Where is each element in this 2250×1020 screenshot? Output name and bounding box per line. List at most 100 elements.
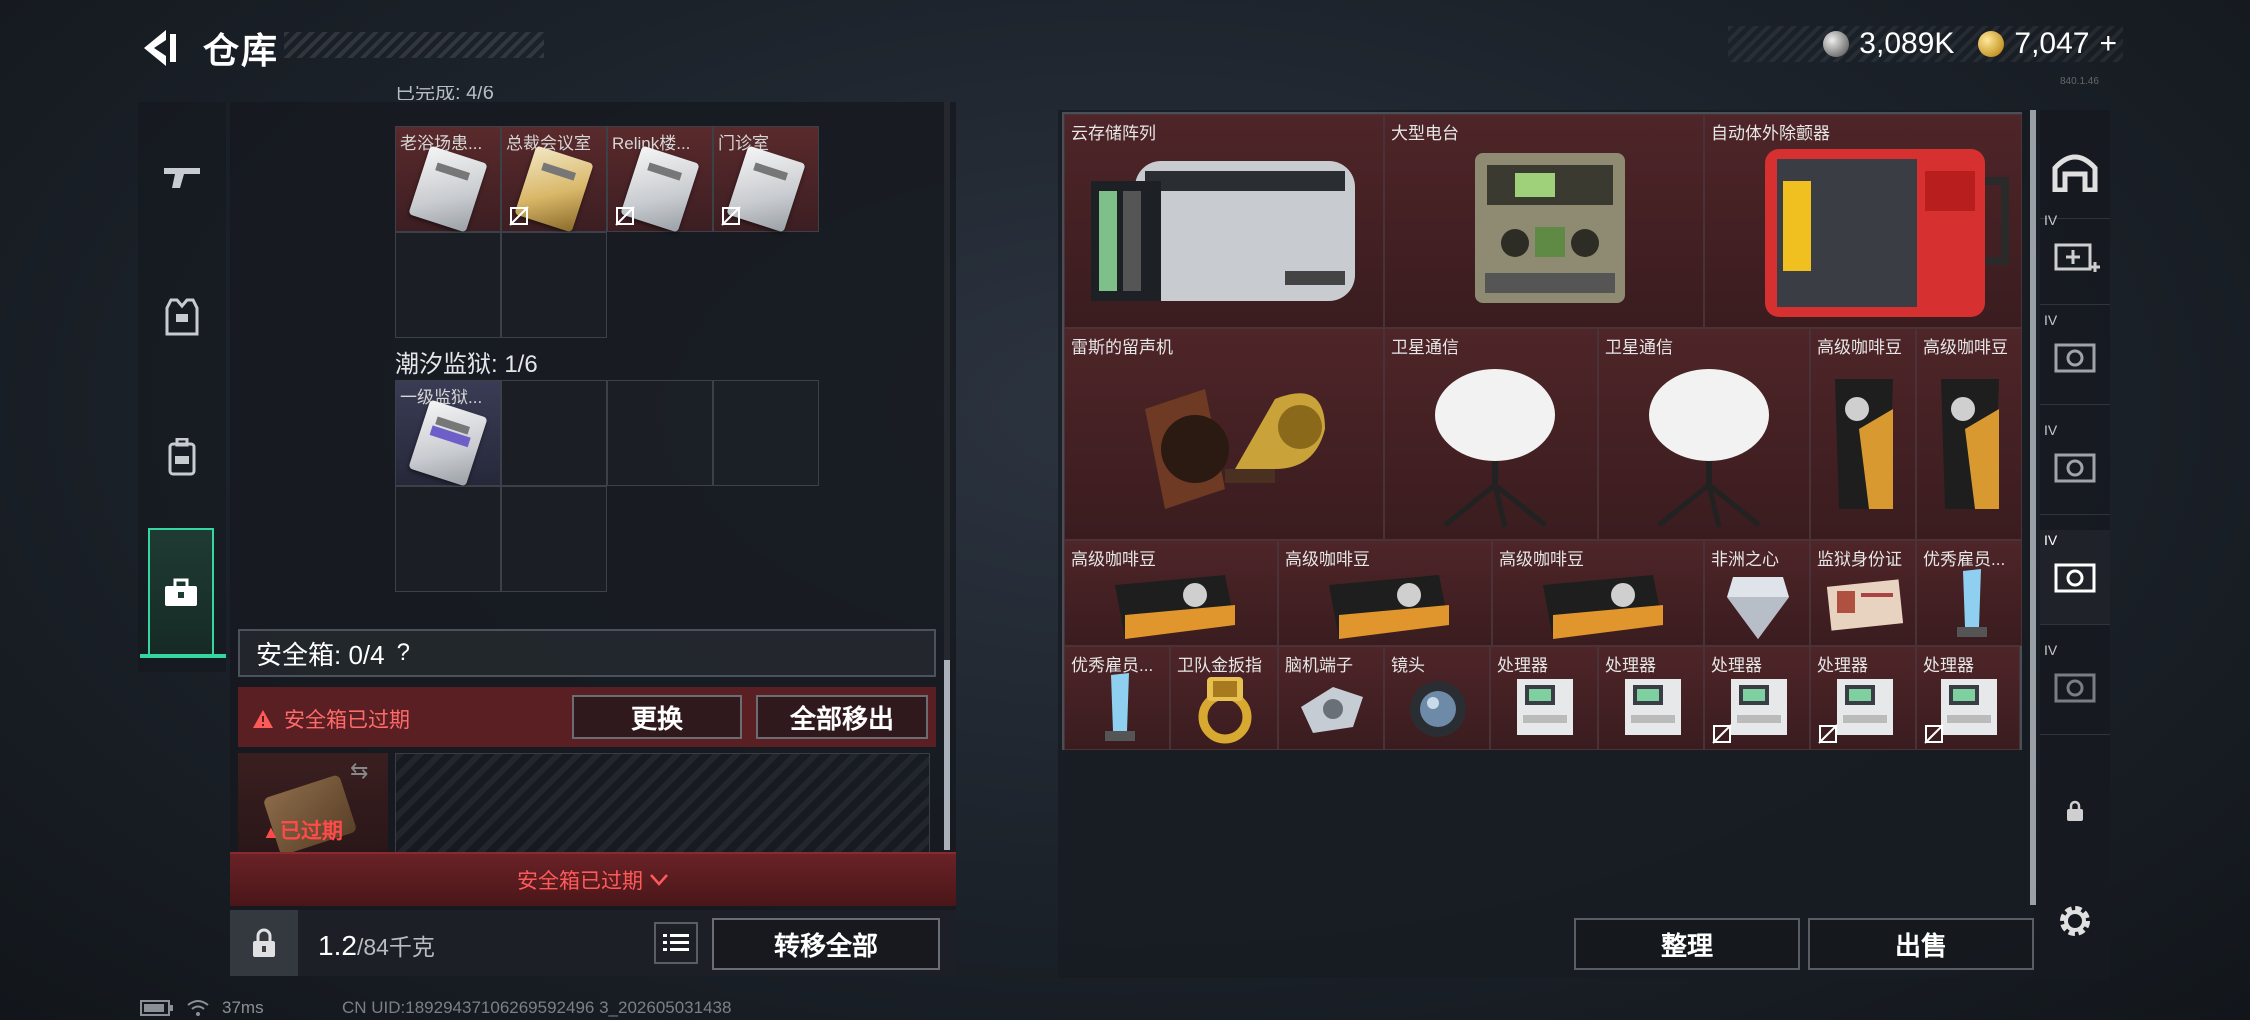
stash-page-tab[interactable]: IV bbox=[2040, 420, 2110, 515]
stash-add-page-tab[interactable]: IV bbox=[2040, 210, 2110, 305]
backpack-icon bbox=[168, 438, 196, 476]
container1-label: 已完成: 4/6 bbox=[395, 86, 494, 100]
swap-icon[interactable]: ⇆ bbox=[350, 758, 368, 784]
transfer-all-button[interactable]: 转移全部 bbox=[712, 918, 940, 970]
empty-slot[interactable] bbox=[395, 486, 501, 592]
stash-page-tab[interactable]: IV bbox=[2040, 310, 2110, 405]
coffee-bag-icon bbox=[1835, 379, 1893, 509]
lock-button[interactable] bbox=[230, 910, 298, 976]
stash-item[interactable]: 卫队金扳指 bbox=[1170, 646, 1278, 750]
stash-item[interactable]: 高级咖啡豆 bbox=[1278, 540, 1492, 646]
stash-page-icon bbox=[2054, 673, 2096, 703]
stash-item[interactable]: 处理器 bbox=[1704, 646, 1810, 750]
empty-slot[interactable] bbox=[713, 380, 819, 486]
stash-item[interactable]: 处理器 bbox=[1810, 646, 1916, 750]
list-view-button[interactable] bbox=[654, 922, 698, 964]
stash-grid: 云存储阵列 大型电台 自动体外除颤器 雷斯的留声机 卫星通信 卫星通信 高级咖啡… bbox=[1062, 112, 2022, 750]
key-card-slot[interactable]: 一级监狱... bbox=[395, 380, 501, 487]
processor-icon bbox=[1517, 679, 1573, 735]
diamond-icon bbox=[1727, 577, 1789, 639]
settings-button[interactable] bbox=[2040, 874, 2110, 968]
stash-item[interactable]: 大型电台 bbox=[1384, 114, 1704, 328]
safebox-locked-slots bbox=[395, 753, 930, 853]
item-label: 总裁会议室 bbox=[506, 134, 591, 153]
stash-item[interactable]: 监狱身份证 bbox=[1810, 540, 1916, 646]
coffee-bag-icon bbox=[1941, 379, 1999, 509]
stash-item[interactable]: 自动体外除颤器 bbox=[1704, 114, 2022, 328]
empty-slot[interactable] bbox=[607, 380, 713, 486]
item-label: 监狱身份证 bbox=[1817, 550, 1902, 569]
tab-armor[interactable] bbox=[138, 252, 226, 382]
tab-weapon[interactable] bbox=[138, 112, 226, 242]
empty-slot[interactable] bbox=[395, 232, 501, 338]
stash-item[interactable]: 脑机端子 bbox=[1278, 646, 1384, 750]
key-card-slot[interactable]: 总裁会议室 bbox=[501, 126, 607, 233]
stash-item[interactable]: 处理器 bbox=[1598, 646, 1704, 750]
page-level-label: IV bbox=[2044, 312, 2058, 328]
left-scrollbar-thumb[interactable] bbox=[944, 660, 950, 850]
stash-item[interactable]: 高级咖啡豆 bbox=[1810, 328, 1916, 540]
coffee-box-icon bbox=[1115, 575, 1235, 639]
wifi-icon bbox=[187, 1000, 209, 1016]
add-currency-button[interactable]: + bbox=[2099, 27, 2117, 61]
stash-item[interactable]: 高级咖啡豆 bbox=[1064, 540, 1278, 646]
stash-page-tab[interactable]: IV bbox=[2040, 640, 2110, 735]
stash-item[interactable]: 优秀雇员... bbox=[1916, 540, 2022, 646]
tab-backpack[interactable] bbox=[138, 392, 226, 522]
page-level-label: IV bbox=[2044, 642, 2058, 658]
empty-slot[interactable] bbox=[501, 486, 607, 592]
stash-item[interactable]: 高级咖啡豆 bbox=[1492, 540, 1704, 646]
stash-item[interactable]: 高级咖啡豆 bbox=[1916, 328, 2022, 540]
chevron-down-icon bbox=[650, 874, 668, 886]
stash-item[interactable]: 处理器 bbox=[1916, 646, 2020, 750]
processor-icon bbox=[1731, 679, 1787, 735]
key-card-slot[interactable]: 门诊室 bbox=[713, 126, 819, 233]
item-label: 脑机端子 bbox=[1285, 656, 1353, 675]
container2-grid: 一级监狱... bbox=[395, 380, 825, 596]
tab-safebox[interactable] bbox=[140, 528, 226, 658]
lock-icon bbox=[2067, 800, 2083, 821]
weight-capacity: /84千克 bbox=[356, 934, 435, 960]
item-label: Relink楼... bbox=[612, 134, 691, 153]
stash-item[interactable]: 非洲之心 bbox=[1704, 540, 1810, 646]
safebox-expired-banner[interactable]: 安全箱已过期 bbox=[230, 852, 956, 906]
title-decoration bbox=[284, 32, 544, 58]
item-label: 高级咖啡豆 bbox=[1817, 338, 1902, 357]
stash-scrollbar[interactable] bbox=[2030, 110, 2036, 905]
stash-item[interactable]: 处理器 bbox=[1490, 646, 1598, 750]
replace-button[interactable]: 更换 bbox=[572, 695, 742, 739]
help-icon[interactable]: ? bbox=[397, 639, 410, 667]
gramophone-icon bbox=[1145, 389, 1325, 509]
item-label: 门诊室 bbox=[718, 134, 769, 153]
back-arrow-icon[interactable] bbox=[136, 26, 180, 70]
locked-page-tab[interactable] bbox=[2040, 764, 2110, 858]
safebox-expired-text: 安全箱已过期 bbox=[284, 709, 410, 732]
silver-coin-icon bbox=[1823, 31, 1850, 57]
gold-ring-icon bbox=[1198, 677, 1252, 744]
empty-slot[interactable] bbox=[501, 232, 607, 338]
battery-icon bbox=[140, 1000, 173, 1016]
key-card-slot[interactable]: 老浴场患... bbox=[395, 126, 501, 233]
sort-button[interactable]: 整理 bbox=[1574, 918, 1800, 970]
status-line: 37ms bbox=[140, 998, 264, 1018]
gold-coin-icon bbox=[1978, 31, 2005, 57]
remove-all-button[interactable]: 全部移出 bbox=[756, 695, 928, 739]
stash-item[interactable]: 云存储阵列 bbox=[1064, 114, 1384, 328]
stash-item[interactable]: 卫星通信 bbox=[1598, 328, 1810, 540]
empty-slot[interactable] bbox=[501, 380, 607, 486]
stash-page-tab-active[interactable]: IV bbox=[2040, 530, 2110, 625]
stash-item[interactable]: 镜头 bbox=[1384, 646, 1490, 750]
gun-icon bbox=[164, 168, 200, 188]
sell-button[interactable]: 出售 bbox=[1808, 918, 2034, 970]
radio-station-icon bbox=[1475, 153, 1625, 303]
stash-item[interactable]: 卫星通信 bbox=[1384, 328, 1598, 540]
stash-item[interactable]: 优秀雇员... bbox=[1064, 646, 1170, 750]
stash-item[interactable]: 雷斯的留声机 bbox=[1064, 328, 1384, 540]
page-level-label: IV bbox=[2044, 422, 2058, 438]
trophy-icon bbox=[1105, 673, 1135, 741]
silver-currency-value: 3,089K bbox=[1859, 27, 1955, 60]
stash-home-tab[interactable] bbox=[2040, 124, 2110, 219]
weight-display: 1.2/84千克 bbox=[318, 928, 435, 962]
key-card-slot[interactable]: Relink楼... bbox=[607, 126, 713, 233]
item-label: 老浴场患... bbox=[400, 134, 483, 153]
